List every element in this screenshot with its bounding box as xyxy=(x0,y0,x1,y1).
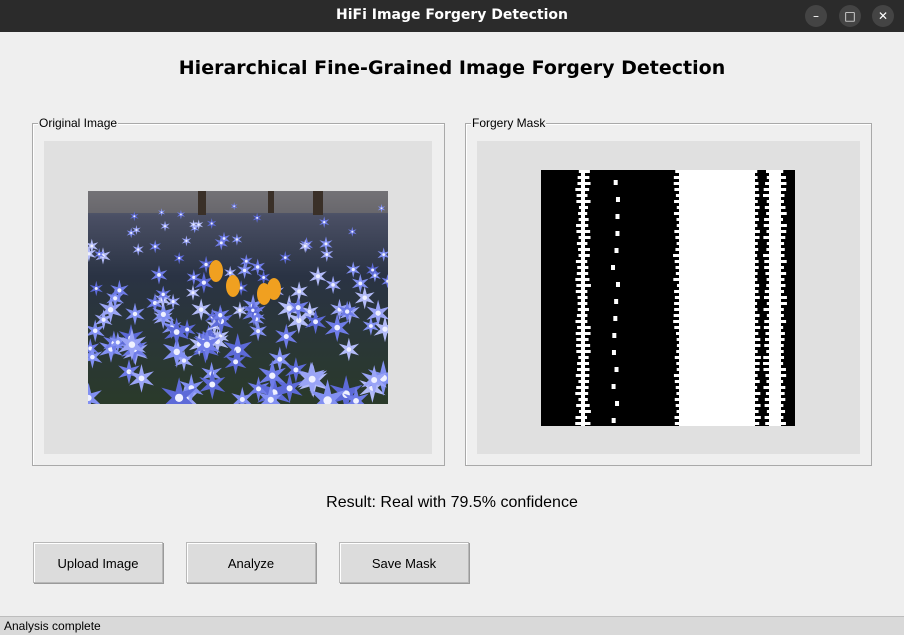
forgery-mask-canvas xyxy=(477,141,860,454)
close-button[interactable]: ✕ xyxy=(872,5,894,27)
page-heading: Hierarchical Fine-Grained Image Forgery … xyxy=(178,57,726,79)
original-image xyxy=(88,191,388,404)
result-text: Result: Real with 79.5% confidence xyxy=(326,494,578,511)
title-bar: HiFi Image Forgery Detection – □ ✕ xyxy=(0,0,904,32)
forgery-mask-label: Forgery Mask xyxy=(471,116,547,130)
save-mask-button[interactable]: Save Mask xyxy=(339,542,469,583)
upload-image-button[interactable]: Upload Image xyxy=(33,542,163,583)
window-title: HiFi Image Forgery Detection xyxy=(335,7,568,23)
analyze-button[interactable]: Analyze xyxy=(186,542,316,583)
status-bar: Analysis complete xyxy=(0,616,904,635)
original-image-label: Original Image xyxy=(38,116,119,130)
maximize-button[interactable]: □ xyxy=(839,5,861,27)
minimize-button[interactable]: – xyxy=(805,5,827,27)
forgery-mask-image xyxy=(541,170,795,426)
original-image-canvas xyxy=(44,141,432,454)
